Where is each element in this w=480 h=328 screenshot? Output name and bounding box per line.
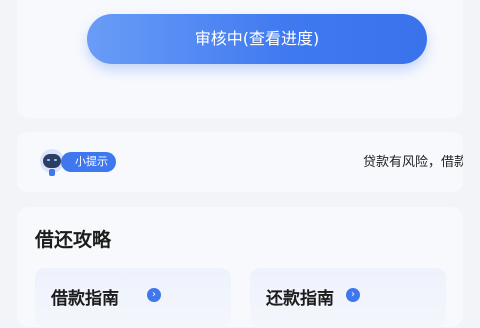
borrow-repay-guide-section: 借还攻略 借款指南 › 还款指南 › [17,207,463,328]
check-progress-button[interactable]: 审核中(查看进度) [87,14,427,64]
borrow-guide-card[interactable]: 借款指南 › [35,268,231,328]
tip-banner[interactable]: 小提示 贷款有风险，借款 [17,132,463,192]
repay-guide-label: 还款指南 [266,289,334,309]
risk-warning-text: 贷款有风险，借款 [362,155,463,170]
application-status-card: 审核中(查看进度) [17,0,463,118]
tip-badge: 小提示 [61,152,116,172]
repay-guide-card[interactable]: 还款指南 › [250,268,446,328]
borrow-guide-label: 借款指南 [51,289,119,309]
section-title: 借还攻略 [35,229,112,251]
